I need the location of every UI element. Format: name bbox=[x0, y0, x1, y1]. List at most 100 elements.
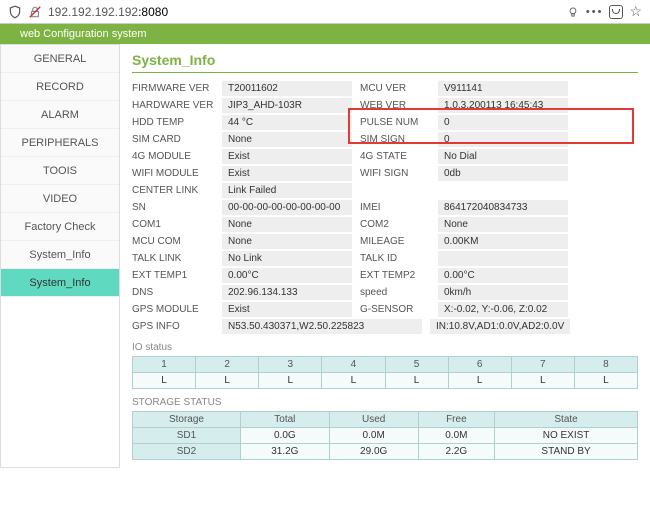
storage-cell: 31.2G bbox=[240, 444, 329, 460]
info-label: HARDWARE VER bbox=[132, 98, 214, 113]
info-value: No Link bbox=[222, 251, 352, 266]
info-label: IMEI bbox=[360, 200, 430, 215]
info-label: 4G MODULE bbox=[132, 149, 214, 164]
star-icon[interactable]: ☆ bbox=[629, 3, 642, 20]
info-label: TALK LINK bbox=[132, 251, 214, 266]
storage-header: Total bbox=[240, 412, 329, 428]
sidebar-item-tools[interactable]: TOOIS bbox=[1, 157, 119, 185]
info-value: JIP3_AHD-103R bbox=[222, 98, 352, 113]
storage-header: Storage bbox=[133, 412, 241, 428]
gps-info-right: IN:10.8V,AD1:0.0V,AD2:0.0V bbox=[430, 319, 570, 334]
info-label: 4G STATE bbox=[360, 149, 430, 164]
info-label: EXT TEMP2 bbox=[360, 268, 430, 283]
info-value: 0.00°C bbox=[438, 268, 568, 283]
info-value: Exist bbox=[222, 302, 352, 317]
io-header: 5 bbox=[385, 357, 448, 373]
lock-disabled-icon bbox=[28, 5, 42, 19]
info-label: speed bbox=[360, 285, 430, 300]
info-value: 44 °C bbox=[222, 115, 352, 130]
info-label: SIM SIGN bbox=[360, 132, 430, 147]
io-cell: L bbox=[385, 373, 448, 389]
info-value: 0db bbox=[438, 166, 568, 181]
address-bar: 192.192.192.192:8080 ••• ☆ bbox=[0, 0, 650, 24]
sidebar-item-sysinfo-active[interactable]: System_Info bbox=[1, 269, 119, 297]
shield-icon bbox=[8, 5, 22, 19]
sidebar-item-sysinfo[interactable]: System_Info bbox=[1, 241, 119, 269]
info-value bbox=[438, 251, 568, 266]
storage-cell: 0.0G bbox=[240, 428, 329, 444]
storage-cell: SD2 bbox=[133, 444, 241, 460]
info-label: CENTER LINK bbox=[132, 183, 214, 198]
info-value: 1.0.3,200113 16:45:43 bbox=[438, 98, 568, 113]
info-label: G-SENSOR bbox=[360, 302, 430, 317]
storage-cell: NO EXIST bbox=[495, 428, 638, 444]
info-label: HDD TEMP bbox=[132, 115, 214, 130]
info-value: Exist bbox=[222, 166, 352, 181]
pocket-icon[interactable] bbox=[609, 5, 623, 19]
storage-cell: 2.2G bbox=[418, 444, 495, 460]
io-cell: L bbox=[196, 373, 259, 389]
storage-cell: 0.0M bbox=[329, 428, 418, 444]
banner-title: web Configuration system bbox=[20, 28, 147, 40]
info-label: WIFI SIGN bbox=[360, 166, 430, 181]
info-label: WIFI MODULE bbox=[132, 166, 214, 181]
sidebar-item-alarm[interactable]: ALARM bbox=[1, 101, 119, 129]
url-text[interactable]: 192.192.192.192:8080 bbox=[48, 5, 560, 19]
info-value: 864172040834733 bbox=[438, 200, 568, 215]
main-panel: System_Info FIRMWARE VERT20011602MCU VER… bbox=[120, 44, 650, 468]
info-value: None bbox=[438, 217, 568, 232]
io-cell: L bbox=[259, 373, 322, 389]
info-value: T20011602 bbox=[222, 81, 352, 96]
info-value: X:-0.02, Y:-0.06, Z:0.02 bbox=[438, 302, 568, 317]
sidebar-item-video[interactable]: VIDEO bbox=[1, 185, 119, 213]
io-cell: L bbox=[322, 373, 385, 389]
storage-row: SD231.2G29.0G2.2GSTAND BY bbox=[133, 444, 638, 460]
storage-header: Used bbox=[329, 412, 418, 428]
storage-header: Free bbox=[418, 412, 495, 428]
storage-cell: SD1 bbox=[133, 428, 241, 444]
info-label: WEB VER bbox=[360, 98, 430, 113]
info-label: TALK ID bbox=[360, 251, 430, 266]
reader-icon[interactable] bbox=[566, 5, 580, 19]
gps-info-left: N53.50.430371,W2.50.225823 bbox=[222, 319, 422, 334]
sidebar-item-general[interactable]: GENERAL bbox=[1, 45, 119, 73]
info-value: None bbox=[222, 217, 352, 232]
more-icon[interactable]: ••• bbox=[586, 6, 604, 18]
sidebar: GENERAL RECORD ALARM PERIPHERALS TOOIS V… bbox=[0, 44, 120, 468]
io-header: 2 bbox=[196, 357, 259, 373]
info-value: 00-00-00-00-00-00-00-00 bbox=[222, 200, 352, 215]
page-title: System_Info bbox=[132, 52, 638, 73]
info-label: DNS bbox=[132, 285, 214, 300]
storage-status-label: STORAGE STATUS bbox=[132, 397, 638, 408]
io-cell: L bbox=[448, 373, 511, 389]
info-label: GPS MODULE bbox=[132, 302, 214, 317]
sidebar-item-factory[interactable]: Factory Check bbox=[1, 213, 119, 241]
storage-cell: 0.0M bbox=[418, 428, 495, 444]
banner: web Configuration system bbox=[0, 24, 650, 44]
info-value: V911141 bbox=[438, 81, 568, 96]
info-value: 0 bbox=[438, 115, 568, 130]
sidebar-item-record[interactable]: RECORD bbox=[1, 73, 119, 101]
storage-cell: STAND BY bbox=[495, 444, 638, 460]
info-label: PULSE NUM bbox=[360, 115, 430, 130]
io-header: 3 bbox=[259, 357, 322, 373]
io-status-label: IO status bbox=[132, 342, 638, 353]
io-table: 12345678LLLLLLLL bbox=[132, 356, 638, 389]
info-value: No Dial bbox=[438, 149, 568, 164]
info-label: COM1 bbox=[132, 217, 214, 232]
info-value: None bbox=[222, 234, 352, 249]
io-cell: L bbox=[133, 373, 196, 389]
gps-info-label: GPS INFO bbox=[132, 319, 214, 334]
io-header: 4 bbox=[322, 357, 385, 373]
info-value: None bbox=[222, 132, 352, 147]
info-label: SN bbox=[132, 200, 214, 215]
info-value: 0 bbox=[438, 132, 568, 147]
storage-table: StorageTotalUsedFreeState SD10.0G0.0M0.0… bbox=[132, 411, 638, 460]
sidebar-item-peripherals[interactable]: PERIPHERALS bbox=[1, 129, 119, 157]
info-value: 202.96.134.133 bbox=[222, 285, 352, 300]
info-value: 0.00KM bbox=[438, 234, 568, 249]
info-label: FIRMWARE VER bbox=[132, 81, 214, 96]
info-label: MILEAGE bbox=[360, 234, 430, 249]
info-label: MCU COM bbox=[132, 234, 214, 249]
info-value: 0km/h bbox=[438, 285, 568, 300]
